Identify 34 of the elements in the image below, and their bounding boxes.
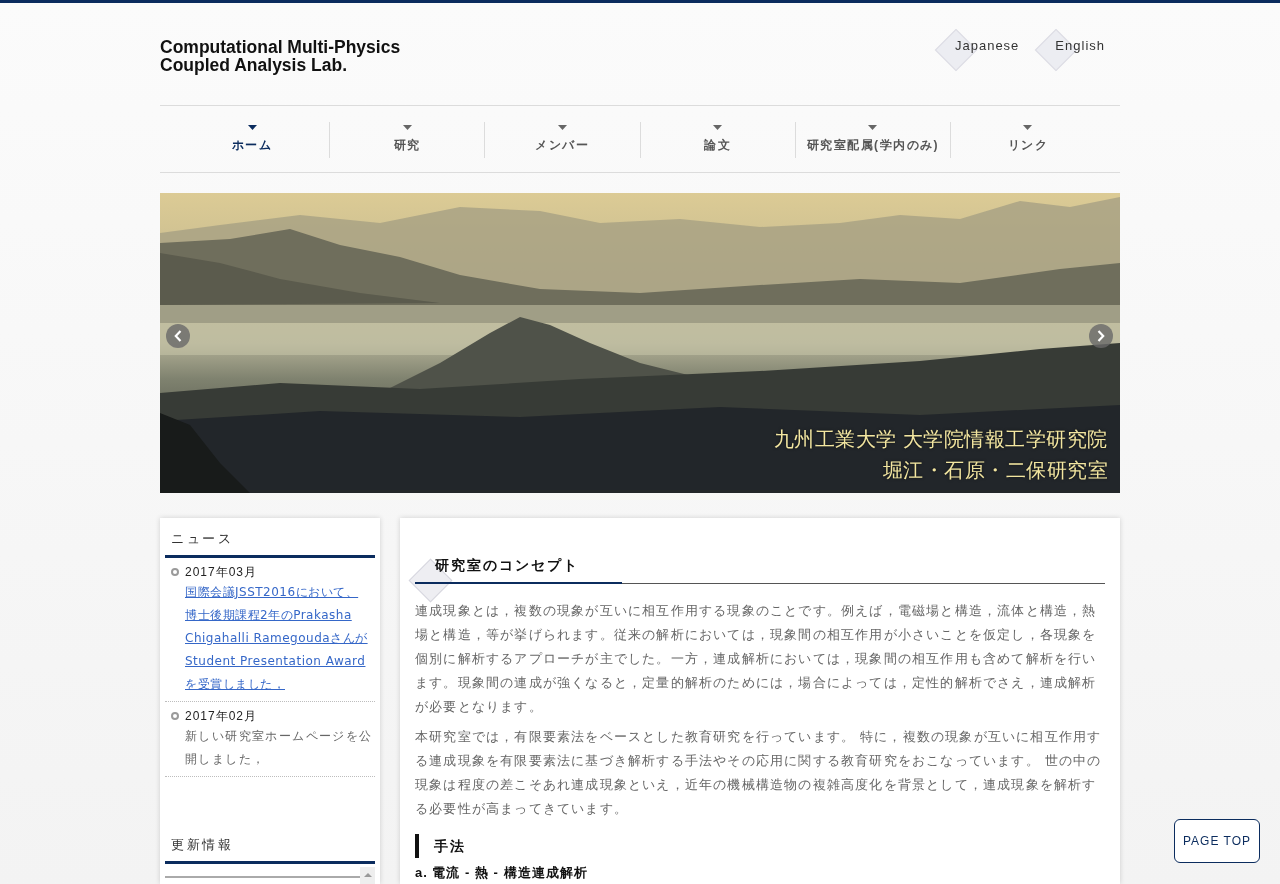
- nav-tab[interactable]: 研究: [329, 122, 485, 158]
- ring-bullet-icon: [171, 568, 179, 576]
- news-date: 2017年02月: [185, 708, 259, 725]
- news-link[interactable]: 国際会議JSST2016において、博士後期課程2年のPrakasha Chigahalli Ramegoudaさんが Student Presentation Awardを受賞しました，: [185, 581, 369, 696]
- nav-tab[interactable]: メンバー: [484, 122, 640, 158]
- nav-tab[interactable]: リンク: [949, 122, 1106, 158]
- news-heading: ニュース: [165, 518, 375, 558]
- slide-caption: 九州工業大学 大学院情報工学研究院 堀江・石原・二保研究室: [773, 427, 1108, 483]
- caret-down-icon: [247, 125, 257, 130]
- method-title: a. 電流 - 熱 - 構造連成解析: [415, 864, 588, 882]
- nav-tab[interactable]: ホーム: [175, 122, 330, 158]
- body-paragraph: 本研究室では，有限要素法をベースとした教育研究を行っています。 特に，複数の現象が互いに相互作用する連成現象を有限要素法に基づき解析する手法やその応用に関する教育研究をおこなっています。 世の中の現象は程度の差こそあれ連成現象といえ，近年の機械構造物の複雑高度化を背景として，連成現象を解析する必要性が高まってきています。: [415, 728, 1103, 818]
- page-top-button[interactable]: PAGE TOP: [1174, 819, 1260, 863]
- caret-down-icon: [557, 125, 567, 130]
- updates-heading: 更新情報: [165, 824, 375, 864]
- language-link[interactable]: Japanese: [954, 36, 1020, 56]
- chevron-left-icon: [174, 330, 182, 342]
- nav-tab[interactable]: 研究室配属(学内のみ): [794, 122, 950, 158]
- ring-bullet-icon: [171, 712, 179, 720]
- chevron-right-icon: [1097, 330, 1105, 342]
- news-text: 新しい研究室ホームページを公開しました，: [185, 728, 374, 768]
- lab-logo-text: Computational Multi-Physics Coupled Analysis Lab.: [160, 38, 401, 74]
- caret-down-icon: [402, 125, 412, 130]
- body-paragraph: 連成現象とは，複数の現象が互いに相互作用する現象のことです。例えば，電磁場と構造，流体と構造，熱場と構造，等が挙げられます。従来の解析においては，現象間の相互作用が小さいことを仮定し，各現象を個別に解析するアプローチが主でした。一方，連成解析においては，現象間の相互作用も含めて解析を行います。現象間の連成が強くなると，定量的解析のためには，場合によっては，定性的解析でさえ，連成解析が必要となります。: [415, 602, 1098, 716]
- section-heading: 研究室のコンセプト: [435, 556, 579, 575]
- language-link[interactable]: English: [1055, 36, 1105, 56]
- scroll-up-arrow-icon: [363, 873, 372, 877]
- caret-down-icon: [1023, 125, 1033, 130]
- news-date: 2017年03月: [185, 564, 259, 581]
- caret-down-icon: [868, 125, 878, 130]
- caret-down-icon: [713, 125, 723, 130]
- scrollbar[interactable]: [360, 867, 375, 884]
- nav-tab[interactable]: 論文: [639, 122, 795, 158]
- method-heading: 手法: [415, 834, 466, 858]
